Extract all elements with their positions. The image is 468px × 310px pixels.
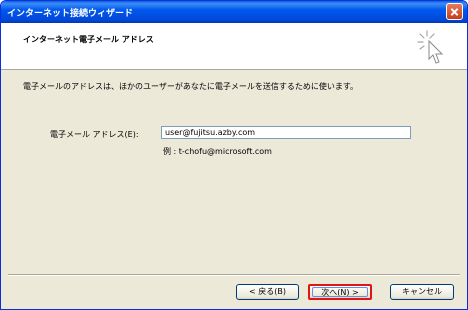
example-text: 例 : t-chofu@microsoft.com [163, 147, 272, 156]
email-address-input[interactable] [161, 126, 411, 139]
wizard-window: インターネット接続ウィザード インターネット電子メール アドレス 電子メールのア… [0, 0, 468, 310]
email-address-label: 電子メール アドレス(E): [50, 130, 139, 139]
footer-divider [8, 274, 460, 276]
wizard-wand-icon [417, 30, 444, 64]
description-text: 電子メールのアドレスは、ほかのユーザーがあなたに電子メールを送信するために使いま… [23, 82, 359, 91]
wizard-header: インターネット電子メール アドレス [1, 23, 467, 70]
title-bar: インターネット接続ウィザード [1, 1, 467, 23]
back-button[interactable]: < 戻る(B) [236, 284, 299, 300]
next-button[interactable]: 次へ(N) > [308, 284, 372, 300]
close-button[interactable] [446, 3, 463, 20]
window-title: インターネット接続ウィザード [7, 9, 134, 19]
page-title: インターネット電子メール アドレス [23, 35, 154, 44]
cancel-button[interactable]: キャンセル [390, 284, 454, 300]
